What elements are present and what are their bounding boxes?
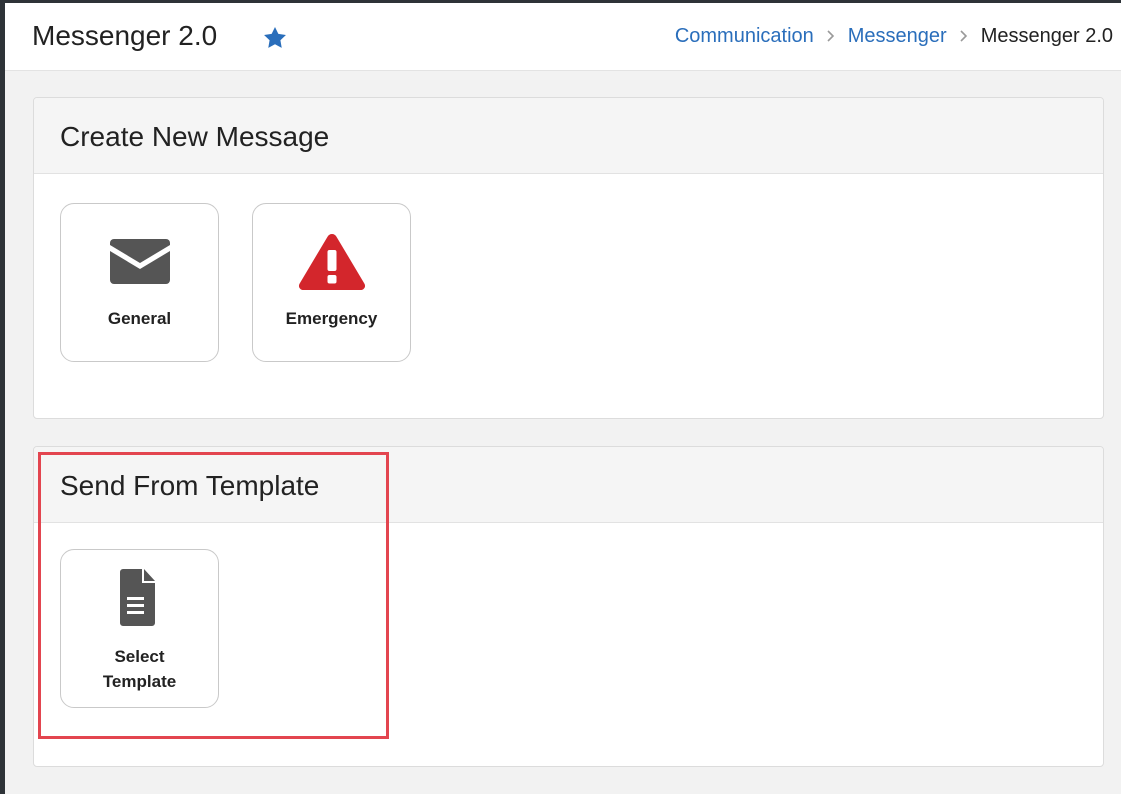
general-message-button[interactable]: General — [60, 203, 219, 362]
envelope-icon — [110, 239, 170, 284]
star-icon[interactable] — [262, 25, 288, 51]
tile-label: Emergency — [285, 309, 378, 328]
page-title: Messenger 2.0 — [32, 20, 218, 51]
tile-label: General — [107, 309, 172, 328]
breadcrumb-current: Messenger 2.0 — [980, 25, 1113, 47]
chevron-right-icon — [960, 30, 967, 42]
window-frame-left — [0, 0, 5, 794]
chevron-right-icon — [827, 30, 834, 42]
panel-header: Create New Message — [34, 98, 1103, 174]
page-header: Messenger 2.0 Communication Messenger Me… — [5, 3, 1121, 71]
breadcrumb-messenger[interactable]: Messenger — [848, 24, 947, 48]
breadcrumb-communication[interactable]: Communication — [675, 24, 814, 48]
create-new-message-panel: Create New Message General Emergency — [33, 97, 1104, 419]
warning-icon — [298, 234, 366, 290]
panel-title: Create New Message — [60, 121, 330, 152]
emergency-message-button[interactable]: Emergency — [252, 203, 411, 362]
highlight-box — [38, 452, 389, 739]
breadcrumb: Communication Messenger Messenger 2.0 — [675, 24, 1113, 48]
